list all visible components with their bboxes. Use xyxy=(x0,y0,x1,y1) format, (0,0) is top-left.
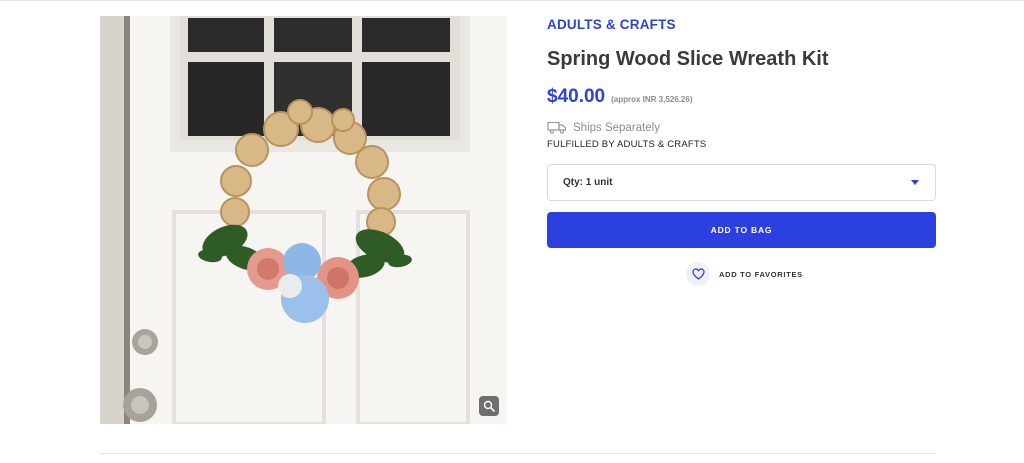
bottom-divider xyxy=(100,453,936,454)
add-to-favorites-label: ADD TO FAVORITES xyxy=(719,269,803,279)
approx-price: (approx INR 3,526.26) xyxy=(611,95,693,104)
product-page: ADULTS & CRAFTS Spring Wood Slice Wreath… xyxy=(0,0,1024,463)
caret-down-icon xyxy=(911,180,919,185)
product-image[interactable] xyxy=(100,16,507,424)
quantity-select[interactable]: Qty: 1 unit xyxy=(547,164,936,201)
zoom-icon xyxy=(483,400,495,412)
heart-icon-wrap xyxy=(686,262,710,286)
product-title: Spring Wood Slice Wreath Kit xyxy=(547,48,829,70)
price: $40.00 xyxy=(547,86,606,107)
heart-icon xyxy=(691,268,705,280)
add-to-favorites-button[interactable]: ADD TO FAVORITES xyxy=(686,262,803,286)
quantity-label: Qty: 1 unit xyxy=(563,177,613,188)
brand-link[interactable]: ADULTS & CRAFTS xyxy=(547,17,676,32)
zoom-button[interactable] xyxy=(479,396,499,416)
wreath-photo xyxy=(100,16,507,424)
add-to-bag-label: ADD TO BAG xyxy=(710,225,773,235)
fulfilled-by: FULFILLED BY ADULTS & CRAFTS xyxy=(547,139,707,150)
top-divider xyxy=(0,0,1024,1)
shipping-row: Ships Separately xyxy=(547,121,660,134)
shipping-text: Ships Separately xyxy=(573,121,660,134)
price-row: $40.00 (approx INR 3,526.26) xyxy=(547,86,693,108)
add-to-bag-button[interactable]: ADD TO BAG xyxy=(547,212,936,248)
truck-icon xyxy=(547,121,567,134)
